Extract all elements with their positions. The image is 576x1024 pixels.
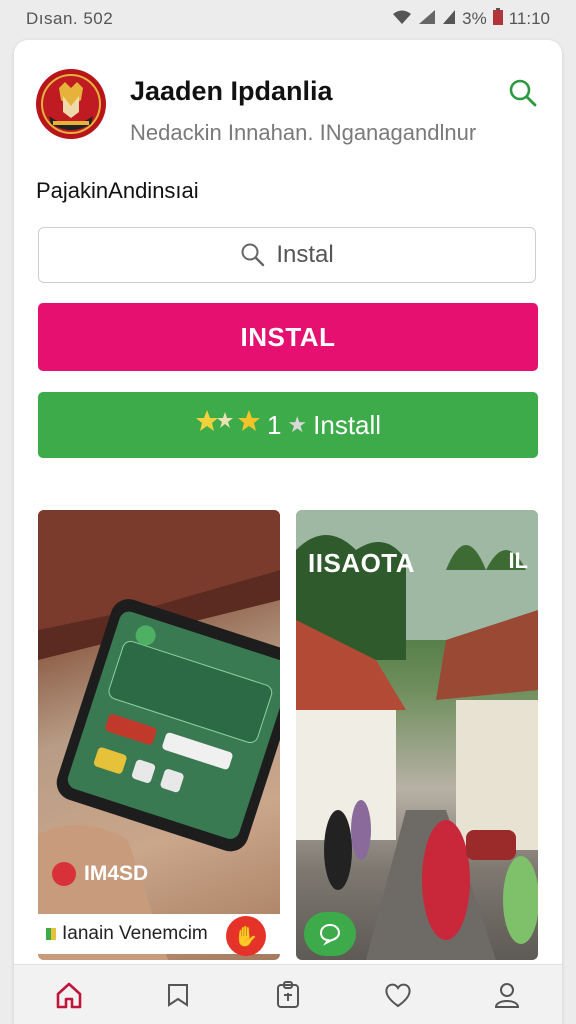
signal-icon xyxy=(418,9,436,30)
nav-clipboard[interactable] xyxy=(268,975,308,1015)
tile-overlay-title: IISAOTA xyxy=(308,548,416,578)
nav-favorites[interactable] xyxy=(378,975,418,1015)
search-button[interactable] xyxy=(508,78,538,108)
nav-home[interactable] xyxy=(49,975,89,1015)
bottom-nav xyxy=(14,964,562,1024)
battery-icon xyxy=(492,8,503,30)
instal-button[interactable]: INSTAL xyxy=(38,303,538,371)
rating-value: 1 xyxy=(266,409,282,440)
profile-icon xyxy=(495,983,520,1008)
nav-bookmark[interactable] xyxy=(158,975,198,1015)
instal-button-label: INSTAL xyxy=(240,321,336,352)
wifi-icon xyxy=(392,9,412,30)
signal-icon xyxy=(442,9,456,30)
install-button[interactable]: 1 ★ Install xyxy=(38,392,538,458)
status-icons: 3% 11:10 xyxy=(392,8,550,30)
app-subtitle: Nedackin Innahan. INganagandlnur xyxy=(130,120,477,145)
search-icon xyxy=(509,79,537,107)
app-card: Jaaden Ipdanlia Nedackin Innahan. INgana… xyxy=(14,40,562,1024)
clap-icon: ✋ xyxy=(233,925,259,948)
status-bar: Dısan. 502 3% 11:10 xyxy=(0,0,576,38)
garuda-emblem-icon xyxy=(35,66,107,142)
app-title: Jaaden Ipdanlia xyxy=(130,76,333,106)
bookmark-icon xyxy=(168,984,189,1007)
heart-badge-icon xyxy=(52,862,76,886)
search-placeholder: Instal xyxy=(276,241,334,268)
search-input[interactable]: Instal xyxy=(38,227,536,283)
grid-icon xyxy=(46,928,56,940)
section-label: PajakinAndinsıai xyxy=(36,178,199,203)
rating-stars-icon xyxy=(195,408,261,443)
star-icon: ★ xyxy=(287,412,308,437)
battery-percent: 3% xyxy=(462,9,487,28)
chat-button[interactable] xyxy=(304,912,356,956)
phone-photo xyxy=(38,510,280,960)
reaction-button[interactable]: ✋ xyxy=(226,916,266,956)
tile-caption-text: Ianain Venemcim xyxy=(62,923,208,944)
tile-overlay-text: IM4SD xyxy=(52,862,148,886)
heart-icon xyxy=(385,983,411,1008)
chat-icon xyxy=(319,923,341,946)
install-button-label: Install xyxy=(313,409,382,440)
clock: 11:10 xyxy=(508,9,550,28)
status-text: Dısan. 502 xyxy=(26,9,114,28)
clipboard-icon xyxy=(276,981,299,1008)
home-icon xyxy=(56,982,82,1009)
nav-profile[interactable] xyxy=(487,975,527,1015)
media-tile-village[interactable]: IISAOTA IL xyxy=(296,510,538,960)
media-tile-phone[interactable]: IM4SD xyxy=(38,510,280,960)
tile-overlay-label: IM4SD xyxy=(84,862,149,885)
search-icon xyxy=(241,243,265,267)
tile-badge: IL xyxy=(508,548,528,573)
